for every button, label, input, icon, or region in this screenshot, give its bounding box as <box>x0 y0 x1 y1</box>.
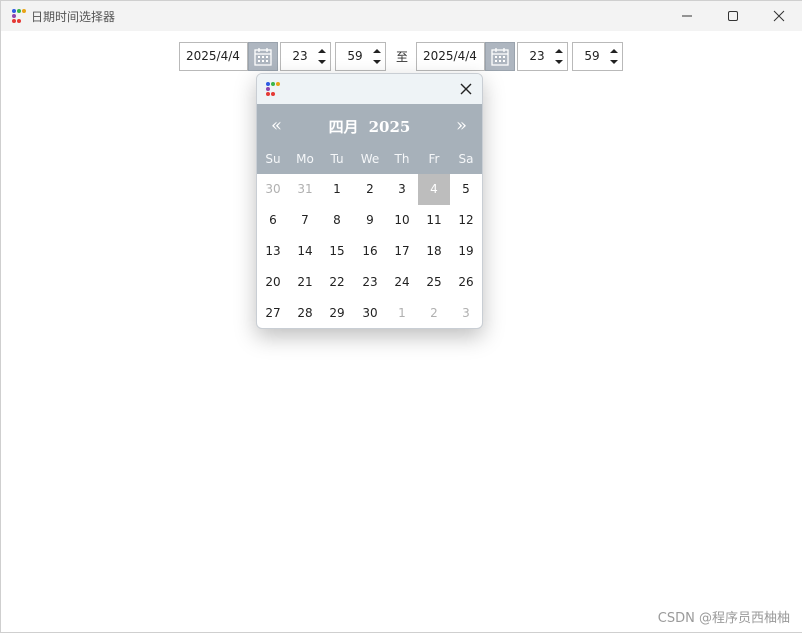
calendar-day[interactable]: 14 <box>289 236 321 267</box>
calendar-day[interactable]: 11 <box>418 205 450 236</box>
calendar-day[interactable]: 4 <box>418 174 450 205</box>
watermark: CSDN @程序员西柚柚 <box>657 611 790 626</box>
spin-arrows-icon[interactable] <box>317 46 327 67</box>
end-hour-value: 23 <box>529 49 545 63</box>
weekday-header: Su <box>265 152 281 166</box>
calendar-icon <box>254 47 272 66</box>
calendar-day[interactable]: 2 <box>418 298 450 328</box>
maximize-icon <box>728 11 738 21</box>
calendar-icon <box>491 47 509 66</box>
calendar-day[interactable]: 24 <box>386 267 418 298</box>
start-minute-value: 59 <box>347 49 363 63</box>
year-label: 2025 <box>368 118 411 136</box>
calendar-day[interactable]: 30 <box>354 298 386 328</box>
calendar-day[interactable]: 30 <box>257 174 289 205</box>
calendar-day[interactable]: 1 <box>386 298 418 328</box>
start-date-input[interactable]: 2025/4/4 <box>179 42 248 71</box>
calendar-day[interactable]: 25 <box>418 267 450 298</box>
calendar-day[interactable]: 13 <box>257 236 289 267</box>
calendar-day[interactable]: 20 <box>257 267 289 298</box>
calendar-day[interactable]: 6 <box>257 205 289 236</box>
calendar-day[interactable]: 1 <box>321 174 353 205</box>
calendar-header: « 四月 2025 » Su Mo Tu We Th Fr Sa <box>257 104 482 174</box>
calendar-day[interactable]: 28 <box>289 298 321 328</box>
spin-arrows-icon[interactable] <box>554 46 564 67</box>
calendar-day[interactable]: 22 <box>321 267 353 298</box>
calendar-day[interactable]: 5 <box>450 174 482 205</box>
app-logo-icon <box>266 82 280 96</box>
calendar-day[interactable]: 7 <box>289 205 321 236</box>
next-month-button[interactable]: » <box>456 115 467 136</box>
close-button[interactable] <box>756 1 802 31</box>
calendar-day[interactable]: 9 <box>354 205 386 236</box>
app-window: 日期时间选择器 2025/4/4 23 59 至 2025/4/4 23 59 … <box>0 0 802 633</box>
weekday-header: Tu <box>330 152 344 166</box>
calendar-day[interactable]: 27 <box>257 298 289 328</box>
calendar-day[interactable]: 10 <box>386 205 418 236</box>
title-bar: 日期时间选择器 <box>1 1 802 31</box>
calendar-day[interactable]: 18 <box>418 236 450 267</box>
spin-arrows-icon[interactable] <box>372 46 382 67</box>
end-date-input[interactable]: 2025/4/4 <box>416 42 485 71</box>
app-logo-icon <box>12 9 26 23</box>
end-minute-value: 59 <box>584 49 600 63</box>
maximize-button[interactable] <box>710 1 756 31</box>
weekday-header: Mo <box>296 152 314 166</box>
calendar-day[interactable]: 23 <box>354 267 386 298</box>
calendar-day[interactable]: 29 <box>321 298 353 328</box>
calendar-day[interactable]: 15 <box>321 236 353 267</box>
minimize-icon <box>682 15 692 17</box>
start-hour-value: 23 <box>292 49 308 63</box>
calendar-day[interactable]: 3 <box>386 174 418 205</box>
end-calendar-button[interactable] <box>485 42 515 71</box>
calendar-day[interactable]: 17 <box>386 236 418 267</box>
month-label: 四月 <box>328 118 359 136</box>
weekday-header: We <box>360 152 380 166</box>
range-separator: 至 <box>396 50 409 64</box>
calendar-popup: « 四月 2025 » Su Mo Tu We Th Fr Sa 30 31 1 2 3 4 5 6 7 8 9 1… <box>256 73 483 329</box>
calendar-day[interactable]: 3 <box>450 298 482 328</box>
weekday-header: Sa <box>458 152 474 166</box>
spin-arrows-icon[interactable] <box>609 46 619 67</box>
weekday-header: Th <box>394 152 410 166</box>
calendar-day[interactable]: 31 <box>289 174 321 205</box>
month-year-label[interactable]: 四月 2025 <box>257 116 482 137</box>
calendar-day[interactable]: 2 <box>354 174 386 205</box>
calendar-day[interactable]: 21 <box>289 267 321 298</box>
close-icon <box>460 83 472 95</box>
calendar-day[interactable]: 12 <box>450 205 482 236</box>
calendar-day[interactable]: 16 <box>354 236 386 267</box>
start-minute-stepper[interactable]: 59 <box>335 42 386 71</box>
start-hour-stepper[interactable]: 23 <box>280 42 331 71</box>
calendar-day[interactable]: 26 <box>450 267 482 298</box>
close-icon <box>773 10 785 22</box>
end-minute-stepper[interactable]: 59 <box>572 42 623 71</box>
popup-header <box>257 74 482 104</box>
weekday-header: Fr <box>428 152 440 166</box>
popup-close-button[interactable] <box>458 81 474 97</box>
end-hour-stepper[interactable]: 23 <box>517 42 568 71</box>
calendar-day[interactable]: 8 <box>321 205 353 236</box>
window-title: 日期时间选择器 <box>31 10 116 24</box>
minimize-button[interactable] <box>664 1 710 31</box>
calendar-day[interactable]: 19 <box>450 236 482 267</box>
start-calendar-button[interactable] <box>248 42 278 71</box>
